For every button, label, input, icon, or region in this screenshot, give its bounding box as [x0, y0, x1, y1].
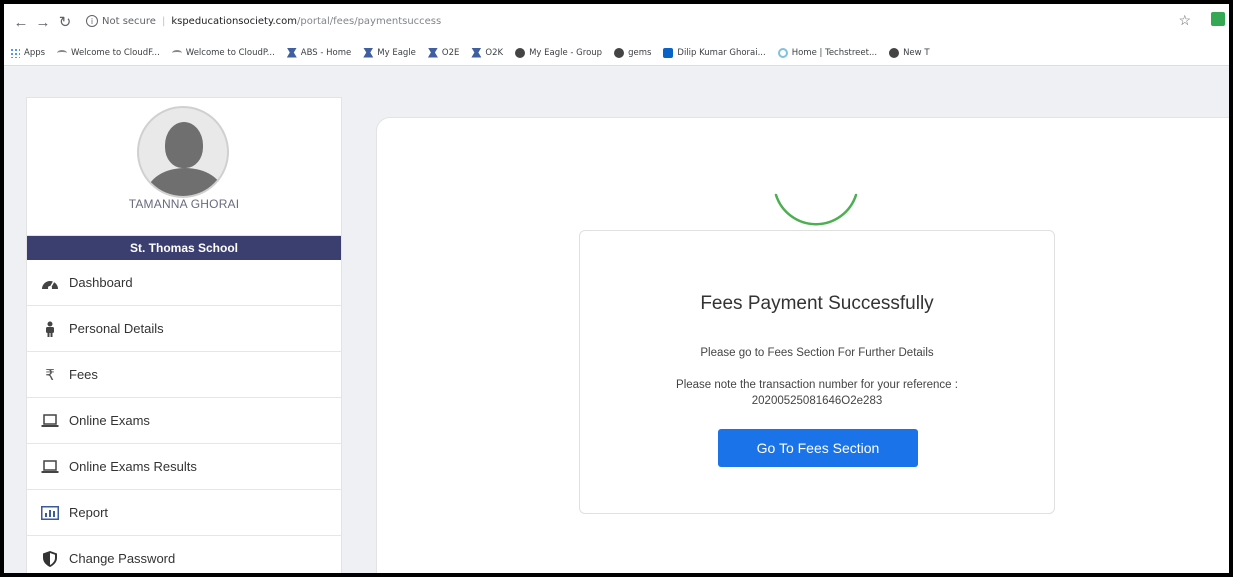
bookmark-label: Dilip Kumar Ghorai... [677, 47, 766, 58]
avatar-head [165, 122, 203, 168]
sidebar-item-dashboard[interactable]: Dashboard [27, 260, 341, 306]
separator: | [161, 15, 166, 27]
eagle-icon [286, 47, 297, 58]
sidebar-item-label: Online Exams Results [69, 459, 197, 474]
dashboard-icon [41, 275, 59, 291]
bookmark-label: ABS - Home [300, 47, 352, 58]
page-body: TAMANNA GHORAI St. Thomas School Dashboa… [4, 67, 1229, 573]
eagle-icon [471, 47, 482, 58]
globe-icon [889, 47, 900, 58]
success-check-icon [768, 191, 864, 261]
transaction-number: 20200525081646O2e283 [751, 395, 883, 407]
sidebar-item-online-exams[interactable]: Online Exams [27, 398, 341, 444]
address-bar: ← → ↻ i Not secure | kspeducationsociety… [4, 4, 1229, 40]
bookmark-label: O2E [441, 47, 460, 58]
bookmark-label: Home | Techstreet... [791, 47, 878, 58]
laptop-icon [41, 459, 59, 475]
sidebar-item-report[interactable]: Report [27, 490, 341, 536]
eagle-icon [427, 47, 438, 58]
sidebar-item-online-exams-results[interactable]: Online Exams Results [27, 444, 341, 490]
globe-icon [515, 47, 526, 58]
bookmark-item[interactable]: Home | Techstreet... [777, 47, 878, 58]
sidebar-item-label: Report [69, 505, 109, 520]
bookmark-item[interactable]: My Eagle [363, 47, 416, 58]
bookmark-item[interactable]: O2E [427, 47, 460, 58]
bookmark-item[interactable]: New T [889, 47, 930, 58]
bookmark-item[interactable]: O2K [471, 47, 504, 58]
laptop-icon [41, 413, 59, 429]
cloud-icon [57, 49, 68, 56]
bookmark-apps[interactable]: Apps [10, 47, 46, 58]
go-to-fees-button[interactable]: Go To Fees Section [718, 429, 918, 467]
bookmark-label: Welcome to CloudF... [71, 47, 160, 58]
bookmark-item[interactable]: Dilip Kumar Ghorai... [663, 47, 766, 58]
outlook-icon [663, 47, 674, 58]
eagle-icon [363, 47, 374, 58]
bookmark-label: Apps [24, 47, 46, 58]
sidebar-item-label: Dashboard [69, 275, 133, 290]
bookmark-star-icon[interactable]: ☆ [1178, 12, 1191, 29]
payment-success-card: Fees Payment Successfully Please go to F… [579, 193, 1055, 514]
payment-title: Fees Payment Successfully [700, 293, 934, 314]
avatar-body [147, 168, 223, 196]
bookmark-item[interactable]: Welcome to CloudF... [57, 48, 160, 58]
school-name: St. Thomas School [27, 236, 341, 260]
rupee-icon: ₹ [45, 366, 55, 384]
bookmark-item[interactable]: Welcome to CloudP... [171, 47, 275, 58]
bar-chart-icon [41, 505, 59, 521]
browser-window: ← → ↻ i Not secure | kspeducationsociety… [4, 4, 1229, 573]
sidebar-item-label: Personal Details [69, 321, 164, 336]
bookmark-label: New T [903, 47, 930, 58]
bookmark-item[interactable]: My Eagle - Group [515, 47, 603, 58]
omnibox[interactable]: i Not secure | kspeducationsociety.com/p… [86, 10, 441, 32]
forward-icon[interactable]: → [32, 11, 54, 33]
apps-icon [10, 47, 20, 58]
payment-message: Please go to Fees Section For Further De… [700, 347, 934, 359]
sidebar-item-label: Change Password [69, 551, 176, 566]
profile-panel: TAMANNA GHORAI [27, 98, 341, 236]
sidebar-item-change-password[interactable]: Change Password [27, 536, 341, 573]
shield-icon [41, 550, 59, 567]
back-icon[interactable]: ← [10, 11, 32, 33]
sidebar-item-fees[interactable]: ₹ Fees [27, 352, 341, 398]
bookmark-label: gems [628, 47, 652, 58]
sidebar-item-personal-details[interactable]: Personal Details [27, 306, 341, 352]
extension-icon[interactable] [1211, 12, 1225, 26]
sidebar-item-label: Fees [69, 367, 98, 382]
info-icon[interactable]: i [86, 15, 98, 27]
reload-icon[interactable]: ↻ [54, 11, 76, 33]
bookmark-label: O2K [485, 47, 504, 58]
cloud-icon [171, 49, 182, 56]
main-content: Fees Payment Successfully Please go to F… [376, 117, 1229, 573]
url-path: /portal/fees/paymentsuccess [297, 15, 442, 27]
bookmark-label: My Eagle [377, 47, 416, 58]
security-label: Not secure [102, 15, 156, 27]
bookmark-item[interactable]: ABS - Home [286, 47, 352, 58]
avatar [137, 106, 229, 198]
transaction-note: Please note the transaction number for y… [676, 379, 958, 391]
bookmark-item[interactable]: gems [614, 47, 652, 58]
person-icon [41, 321, 59, 337]
circle-icon [777, 47, 788, 58]
bookmarks-bar: Apps Welcome to CloudF... Welcome to Clo… [4, 40, 1229, 66]
user-name: TAMANNA GHORAI [128, 197, 240, 211]
globe-icon [614, 47, 625, 58]
sidebar: TAMANNA GHORAI St. Thomas School Dashboa… [26, 97, 342, 573]
url-host: kspeducationsociety.com [171, 15, 298, 27]
bookmark-label: My Eagle - Group [529, 47, 603, 58]
bookmark-label: Welcome to CloudP... [185, 47, 275, 58]
sidebar-item-label: Online Exams [69, 413, 150, 428]
